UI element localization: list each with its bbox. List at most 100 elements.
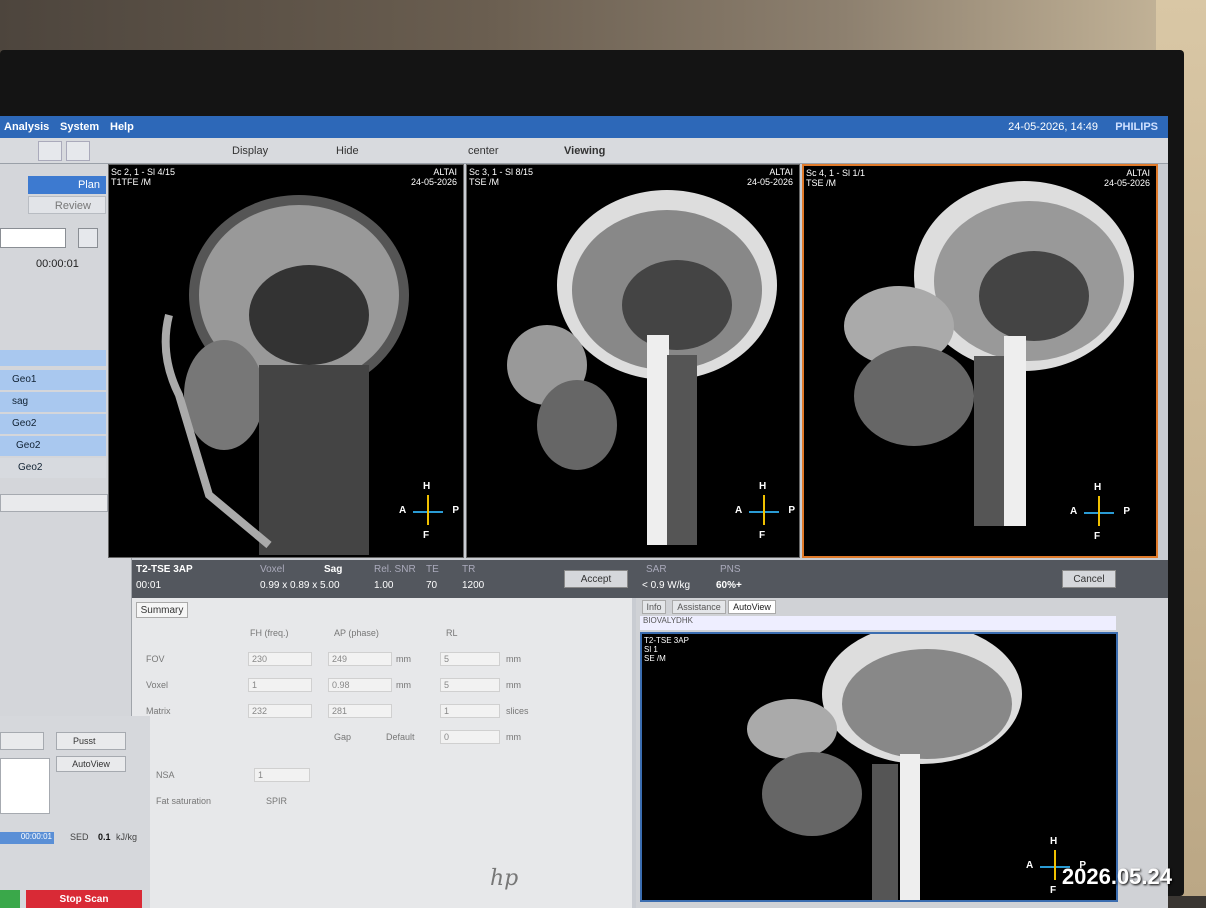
voxel-value: 0.99 x 0.89 x 5.00 [260, 580, 340, 591]
col-rl: RL [446, 628, 458, 638]
screen: Analysis System Help 24-05-2026, 14:49 P… [0, 116, 1168, 908]
brand-logo: PHILIPS [1115, 121, 1158, 133]
fov-fh-field[interactable]: 230 [248, 652, 312, 666]
scan-name: T2-TSE 3AP [136, 564, 193, 575]
autoview-viewport[interactable]: T2-TSE 3AP Sl 1 SE /M HFAP [640, 632, 1118, 902]
preset-dropdown[interactable]: Pusst [56, 732, 126, 750]
nsa-label: NSA [156, 770, 175, 780]
select-icon[interactable] [78, 228, 98, 248]
sed-label: SED [70, 832, 89, 842]
col-ap: AP (phase) [334, 628, 379, 638]
gap-label: Gap [334, 732, 352, 742]
scan-time: 00:01 [136, 580, 162, 591]
review-button[interactable]: Review [28, 196, 106, 214]
voxel-label: Voxel [260, 564, 285, 575]
list-item-geo1[interactable]: Geo1 [0, 370, 106, 390]
viewport-3-seq: TSE /M [806, 178, 837, 188]
nsa-field[interactable]: 1 [254, 768, 310, 782]
viewport-2-patient: ALTAI [769, 167, 793, 177]
fov-rl-unit: mm [506, 654, 521, 664]
snr-value: 1.00 [374, 580, 394, 591]
list-footer [0, 494, 108, 512]
voxel-row-label: Voxel [146, 680, 169, 690]
viewport-3-patient: ALTAI [1126, 168, 1150, 178]
menu-help[interactable]: Help [110, 121, 134, 133]
col-fh: FH (freq.) [250, 628, 289, 638]
matrix-label: Matrix [146, 706, 171, 716]
spir-checkbox[interactable]: SPIR [266, 796, 287, 806]
viewport-3-active[interactable]: Sc 4, 1 - Sl 1/1 TSE /M ALTAI 24-05-2026… [802, 164, 1158, 558]
gap-unit: mm [506, 732, 521, 742]
tr-label: TR [462, 564, 476, 575]
list-item-geo2-b[interactable]: Geo2 [0, 458, 106, 478]
viewport-1[interactable]: Sc 2, 1 - Sl 4/15 T1TFE /M ALTAI 24-05-2… [108, 164, 464, 558]
matrix-ap-field[interactable]: 281 [328, 704, 392, 718]
menu-bar: Analysis System Help 24-05-2026, 14:49 P… [0, 116, 1168, 138]
matrix-rl-field[interactable]: 1 [440, 704, 500, 718]
sed-unit: kJ/kg [116, 832, 138, 842]
control-field[interactable] [0, 732, 44, 750]
autoview-button[interactable]: AutoView [56, 756, 126, 772]
scan-info-bar: T2-TSE 3AP 00:01 Voxel Sag 0.99 x 0.89 x… [132, 560, 1168, 598]
voxel-fh-field[interactable]: 1 [248, 678, 312, 692]
up-arrow-icon[interactable] [38, 141, 62, 161]
voxel-rl-field[interactable]: 5 [440, 678, 500, 692]
tab-assistance[interactable]: Assistance [672, 600, 726, 614]
gap-field[interactable]: 0 [440, 730, 500, 744]
cancel-button[interactable]: Cancel [1062, 570, 1116, 588]
preview-box [0, 758, 50, 814]
voxel-unit: mm [396, 680, 411, 690]
tab-summary[interactable]: Summary [136, 602, 188, 618]
fov-label: FOV [146, 654, 165, 664]
te-label: TE [426, 564, 439, 575]
autoview-mode: SE /M [644, 654, 666, 663]
menu-analysis[interactable]: Analysis [4, 121, 49, 133]
viewport-2-date: 24-05-2026 [746, 177, 793, 187]
accept-button[interactable]: Accept [564, 570, 628, 588]
list-item-geo2[interactable]: Geo2 [0, 414, 106, 434]
progress-bar: 00:00:01 [0, 832, 54, 844]
scan-control-panel: Pusst AutoView 00:00:01 SED 0.1 kJ/kg St… [0, 716, 150, 908]
photo-date-stamp: 2026.05.24 [1061, 864, 1172, 889]
orientation-axes-icon: HFAP [735, 481, 795, 541]
fov-unit: mm [396, 654, 411, 664]
default-checkbox[interactable]: Default [386, 732, 415, 742]
list-item-geo2-selected[interactable]: Geo2 [0, 436, 106, 456]
fov-ap-field[interactable]: 249 [328, 652, 392, 666]
viewport-2[interactable]: Sc 3, 1 - Sl 8/15 TSE /M ALTAI 24-05-202… [466, 164, 800, 558]
datetime: 24-05-2026, 14:49 [1008, 121, 1098, 133]
viewport-3-date: 24-05-2026 [1103, 178, 1150, 188]
hide-button[interactable]: Hide [336, 142, 359, 160]
orientation-value: Sag [324, 564, 343, 575]
tab-info[interactable]: Info [642, 600, 666, 614]
sar-label: SAR [646, 564, 667, 575]
viewing-dropdown[interactable]: Viewing [564, 142, 605, 160]
viewport-1-patient: ALTAI [433, 167, 457, 177]
list-item-sag[interactable]: sag [0, 392, 106, 412]
orientation-axes-icon: HFAP [1070, 482, 1130, 542]
tab-autoview[interactable]: AutoView [728, 600, 776, 614]
display-button[interactable]: Display [232, 142, 268, 160]
tr-value: 1200 [462, 580, 485, 591]
autoview-patient-id: BIOVALYDHK [640, 616, 1116, 630]
snr-label: Rel. SNR [374, 564, 416, 575]
protocol-select[interactable] [0, 228, 66, 248]
menu-system[interactable]: System [60, 121, 99, 133]
down-arrow-icon[interactable] [66, 141, 90, 161]
te-value: 70 [426, 580, 438, 591]
pns-label: PNS [720, 564, 741, 575]
plan-button[interactable]: Plan [28, 176, 106, 194]
viewport-1-seq: T1TFE /M [111, 177, 151, 187]
fov-rl-field[interactable]: 5 [440, 652, 500, 666]
start-scan-button[interactable] [0, 890, 20, 908]
viewport-1-series: Sc 2, 1 - Sl 4/15 [111, 167, 176, 177]
voxel-ap-field[interactable]: 0.98 [328, 678, 392, 692]
parameter-panel: Summary FH (freq.) AP (phase) RL FOV 230… [132, 598, 632, 908]
sar-value: < 0.9 W/kg [642, 580, 691, 591]
matrix-fh-field[interactable]: 232 [248, 704, 312, 718]
viewport-2-seq: TSE /M [469, 177, 500, 187]
hp-logo: hp [490, 866, 519, 891]
center-button[interactable]: center [468, 142, 499, 160]
monitor-bezel: Analysis System Help 24-05-2026, 14:49 P… [0, 50, 1184, 908]
stop-scan-button[interactable]: Stop Scan [26, 890, 142, 908]
